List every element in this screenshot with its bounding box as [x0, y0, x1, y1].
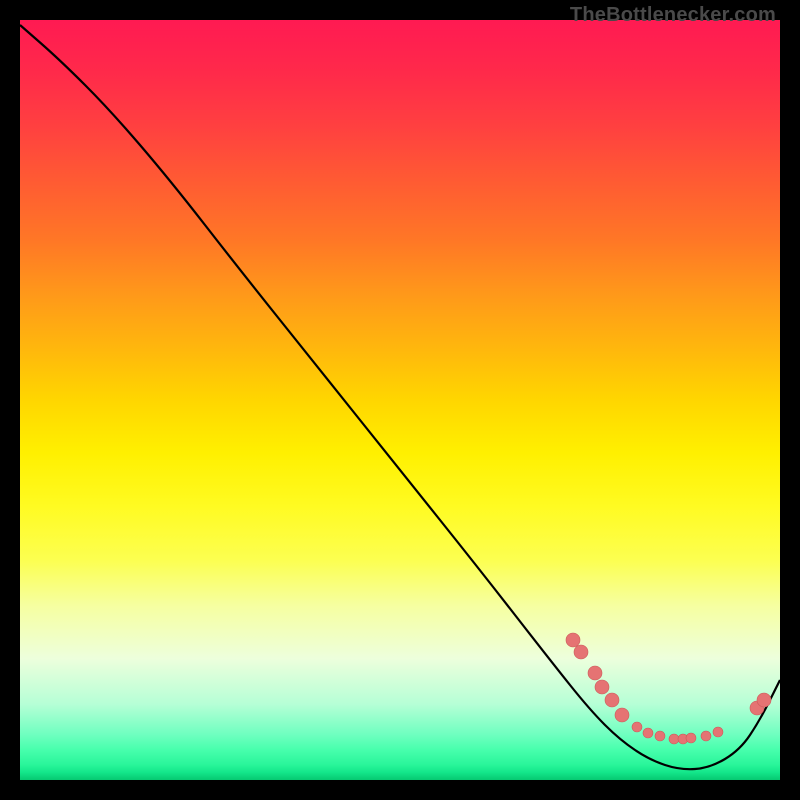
chart-container: TheBottlenecker.com — [0, 0, 800, 800]
plot-area — [20, 20, 780, 780]
watermark-text: TheBottlenecker.com — [570, 4, 776, 27]
gradient-background — [20, 20, 780, 780]
